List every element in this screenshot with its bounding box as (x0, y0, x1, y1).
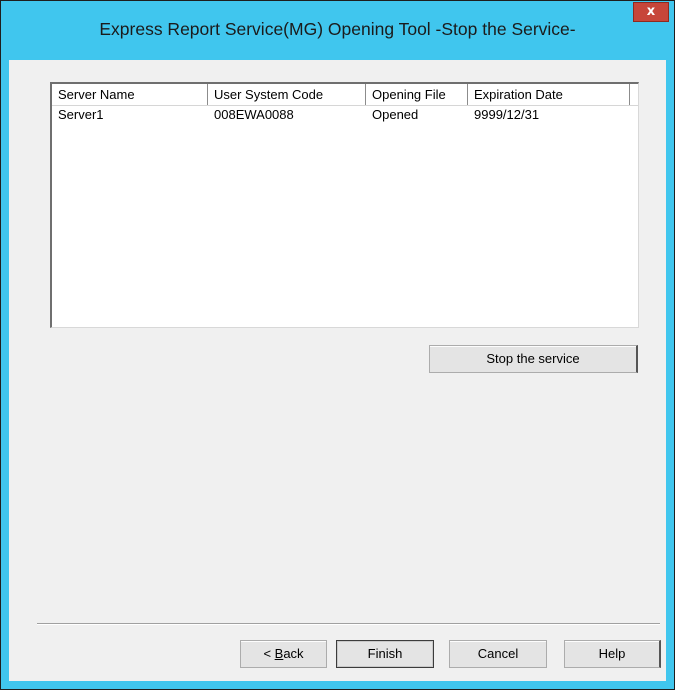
server-list[interactable]: Server Name User System Code Opening Fil… (50, 82, 639, 328)
cell-user-system-code: 008EWA0088 (214, 107, 294, 122)
back-button[interactable]: < Back (240, 640, 327, 668)
title-bar[interactable]: Express Report Service(MG) Opening Tool … (1, 1, 674, 61)
list-header: Server Name User System Code Opening Fil… (52, 84, 638, 106)
column-header-user-system-code[interactable]: User System Code (208, 84, 366, 105)
table-row[interactable]: Server1 008EWA0088 Opened 9999/12/31 (52, 106, 638, 124)
column-header-server-name[interactable]: Server Name (52, 84, 208, 105)
stop-service-button[interactable]: Stop the service (429, 345, 638, 373)
cancel-button[interactable]: Cancel (449, 640, 547, 668)
finish-button[interactable]: Finish (336, 640, 434, 668)
back-button-label: ack (283, 646, 304, 661)
cell-expiration-date: 9999/12/31 (474, 107, 540, 122)
close-button[interactable]: x (633, 2, 669, 22)
separator (37, 623, 660, 625)
dialog-window: Express Report Service(MG) Opening Tool … (0, 0, 675, 690)
help-button[interactable]: Help (564, 640, 661, 668)
dialog-body: Server Name User System Code Opening Fil… (9, 60, 666, 681)
column-header-opening-file[interactable]: Opening File (366, 84, 468, 105)
back-button-prefix: < (263, 646, 275, 661)
column-header-expiration-date[interactable]: Expiration Date (468, 84, 630, 105)
window-title: Express Report Service(MG) Opening Tool … (99, 19, 576, 39)
cell-server-name: Server1 (58, 107, 104, 122)
cell-opening-file: Opened (372, 107, 419, 122)
close-icon: x (646, 4, 656, 19)
